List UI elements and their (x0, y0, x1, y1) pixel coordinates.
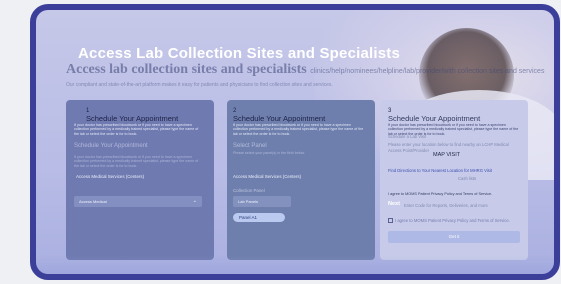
lab-select-value: Access Medical (79, 199, 107, 204)
ghost-step-heading: Select Panel (233, 143, 267, 149)
directions-link[interactable]: Find Directions to Your Nearest Location… (388, 168, 492, 173)
panel-select-sublabel: Collection Panel (233, 188, 265, 193)
step-description: If your doctor has prescribed bloodwork … (74, 123, 199, 136)
panel-chip[interactable]: Panel A1 (233, 213, 285, 222)
next-description: Enter Code for Reports, Deliveries, and … (404, 203, 488, 208)
ghost-page-title: Access lab collection sites and speciali… (66, 62, 545, 77)
panel-select-label: Access Medical Services (Centers) (233, 174, 302, 179)
step-card-3: 3 Schedule Your Appointment If your doct… (380, 100, 528, 260)
next-label: Next (388, 201, 400, 207)
modal-frame: Access Lab Collection Sites and Speciali… (30, 4, 560, 280)
ghost-step-description: If your doctor has prescribed bloodwork … (74, 155, 199, 168)
terms-checkbox-row[interactable]: I agree to MOMS Patient Privacy Policy a… (388, 218, 510, 224)
step-card-1: 1 Schedule Your Appointment If your doct… (66, 100, 214, 260)
ghost-location-text-2: Access Point/Provider (388, 148, 429, 153)
step-heading: Schedule Your Appointment (233, 114, 326, 123)
get-it-button[interactable]: Get it (388, 231, 520, 243)
step-card-2: 2 Schedule Your Appointment If your doct… (227, 100, 375, 260)
privacy-agreement-text: I agree to MOMS Patient Privacy Policy a… (388, 192, 493, 196)
step-description: If your doctor has prescribed bloodwork … (233, 123, 364, 136)
ghost-location-text: Please enter your location below to find… (388, 142, 509, 147)
lab-select[interactable]: Access Medical ⌄ (74, 196, 202, 207)
map-visit-label[interactable]: MAP VISIT (433, 152, 460, 158)
ghost-step-heading: Schedule Your Appointment (74, 143, 148, 149)
chevron-down-icon: ⌄ (192, 198, 197, 204)
checkbox-icon[interactable] (388, 218, 393, 224)
lab-select-label: Access Medical Services (Centers) (76, 174, 145, 179)
ghost-step-description: Please select your panel(s) in the field… (233, 151, 305, 155)
steps-container: 1 Schedule Your Appointment If your doct… (66, 90, 554, 270)
terms-checkbox-label: I agree to MOMS Patient Privacy Policy a… (395, 218, 510, 223)
bottom-band (36, 256, 554, 274)
page-title: Access Lab Collection Sites and Speciali… (78, 45, 401, 62)
ghost-intro-text: Our compliant and state-of-the-art platf… (66, 82, 333, 88)
panel-select-value: Lab Panels (238, 199, 259, 204)
step-heading: Schedule Your Appointment (86, 114, 179, 123)
panel-select[interactable]: Lab Panels (233, 196, 291, 207)
cash-lists-text: Cash lists (458, 176, 477, 181)
ghost-step-heading: Schedule a Lab Visit (388, 134, 427, 139)
step-heading: Schedule Your Appointment (388, 114, 481, 123)
